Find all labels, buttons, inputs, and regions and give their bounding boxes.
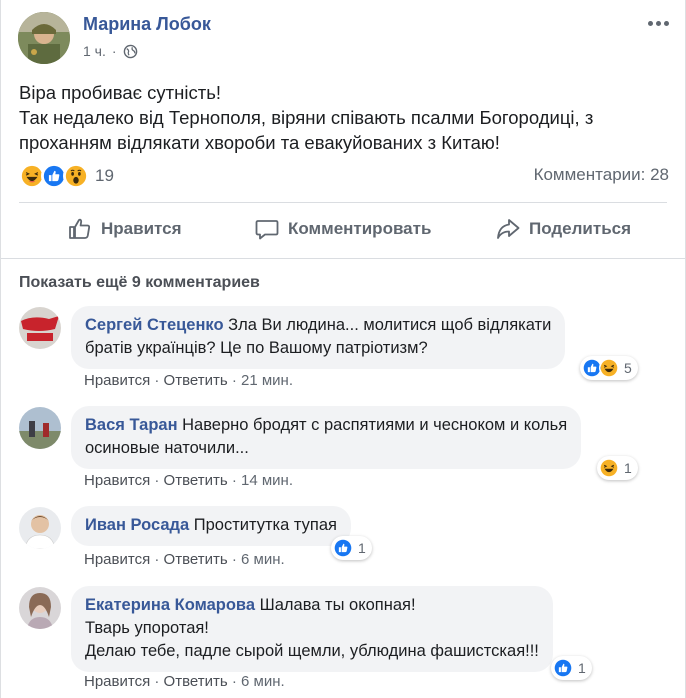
dot-separator: · (227, 673, 242, 690)
comment-button[interactable]: Комментировать (254, 213, 431, 245)
comment-avatar[interactable] (19, 587, 61, 629)
comment-author[interactable]: Иван Росада (85, 516, 189, 534)
comment-author[interactable]: Екатерина Комарова (85, 596, 255, 614)
comment-actions: Нравится · Ответить · 21 мин. (84, 372, 293, 389)
meta-separator: · (111, 43, 117, 59)
comment-text: Наверно бродят с распятиями и чесноком и… (177, 416, 568, 434)
like-button-label: Нравится (101, 219, 182, 238)
comment-reply-link[interactable]: Ответить (164, 372, 228, 389)
more-options-icon[interactable] (645, 16, 671, 30)
comment-time[interactable]: 14 мин. (241, 472, 293, 489)
comment-button-label: Комментировать (288, 219, 432, 238)
comment-reactions[interactable]: 1 (551, 656, 592, 680)
post-meta: 1 ч. · (83, 43, 138, 59)
reactions-summary[interactable]: 19 (19, 163, 114, 189)
comments-count[interactable]: Комментарии: 28 (534, 165, 669, 185)
dot-separator: · (227, 551, 242, 568)
comment-like-link[interactable]: Нравится (84, 372, 150, 389)
comment-time[interactable]: 6 мин. (241, 551, 285, 568)
share-icon (497, 219, 520, 239)
comment-bubble: Екатерина Комарова Шалава ты окопная! Тв… (71, 586, 553, 672)
comment-text: братів українців? Це по Вашому патріотиз… (85, 339, 428, 357)
divider (1, 258, 685, 259)
comment-text: осиновые наточили... (85, 439, 249, 457)
post-card: Марина Лобок 1 ч. · Віра пробиває сутніс… (0, 0, 686, 698)
comment-reactions-count: 1 (624, 460, 632, 476)
reactions-count: 19 (95, 166, 114, 185)
author-name[interactable]: Марина Лобок (83, 14, 211, 35)
post-time[interactable]: 1 ч. (83, 43, 106, 59)
comment-avatar[interactable] (19, 507, 61, 549)
globe-icon (123, 44, 137, 58)
haha-emoji (599, 458, 619, 478)
like-emoji (553, 658, 573, 678)
comment-actions: Нравится · Ответить · 6 мин. (84, 673, 285, 690)
comment-text: Делаю тебе, падле сырой щемли, ублюдина … (85, 642, 539, 660)
dot-separator: · (150, 673, 164, 690)
comment-reactions-count: 5 (624, 360, 632, 376)
comment-reactions-count: 1 (578, 660, 586, 676)
comment-reply-link[interactable]: Ответить (164, 551, 228, 568)
comment-bubble: Иван Росада Проститутка тупая (71, 506, 351, 546)
comment-actions: Нравится · Ответить · 14 мин. (84, 472, 293, 489)
comment-reactions[interactable]: 5 (580, 356, 638, 380)
like-emoji (333, 538, 353, 558)
dot-separator: · (150, 472, 164, 489)
comment-author[interactable]: Вася Таран (85, 416, 178, 434)
comment-actions: Нравится · Ответить · 6 мин. (84, 551, 285, 568)
comment-time[interactable]: 21 мин. (241, 372, 293, 389)
comment-reactions[interactable]: 1 (597, 456, 638, 480)
dot-separator: · (150, 551, 164, 568)
haha-emoji (599, 358, 619, 378)
comment-reply-link[interactable]: Ответить (164, 472, 228, 489)
post-text-line: проханням відлякати хвороби та евакуйова… (19, 132, 500, 153)
like-icon (69, 218, 91, 239)
comment-avatar[interactable] (19, 407, 61, 449)
comment-text: Шалава ты окопная! (255, 596, 416, 614)
comment-text: Проститутка тупая (189, 516, 337, 534)
comment-icon (255, 220, 279, 240)
comment-time[interactable]: 6 мин. (241, 673, 285, 690)
like-button[interactable]: Нравится (67, 213, 182, 245)
comment-bubble: Вася Таран Наверно бродят с распятиями и… (71, 406, 582, 469)
comment-reply-link[interactable]: Ответить (164, 673, 228, 690)
comment-text: Зла Ви людина... молитися щоб відлякати (223, 316, 552, 334)
post-text-line: Так недалеко від Тернополя, віряни співа… (19, 107, 594, 128)
wow-emoji (63, 163, 89, 189)
comment-like-link[interactable]: Нравится (84, 551, 150, 568)
comment-reactions-count: 1 (358, 540, 366, 556)
comment-reactions[interactable]: 1 (331, 536, 372, 560)
share-button-label: Поделиться (529, 219, 632, 238)
dot-separator: · (150, 372, 164, 389)
show-more-comments-link[interactable]: Показать ещё 9 комментариев (19, 274, 260, 292)
comment-text: Тварь упоротая! (85, 619, 209, 637)
dot-separator: · (227, 472, 242, 489)
comment-bubble: Сергей Стеценко Зла Ви людина... молитис… (71, 306, 566, 369)
divider (19, 202, 667, 203)
comment-like-link[interactable]: Нравится (84, 472, 150, 489)
author-avatar[interactable] (18, 12, 70, 64)
post-text: Віра пробиває сутність! Так недалеко від… (19, 80, 669, 155)
post-text-line: Віра пробиває сутність! (19, 82, 221, 103)
comment-like-link[interactable]: Нравится (84, 673, 150, 690)
dot-separator: · (227, 372, 242, 389)
share-button[interactable]: Поделиться (495, 213, 631, 245)
comment-avatar[interactable] (19, 307, 61, 349)
comment-author[interactable]: Сергей Стеценко (85, 316, 224, 334)
